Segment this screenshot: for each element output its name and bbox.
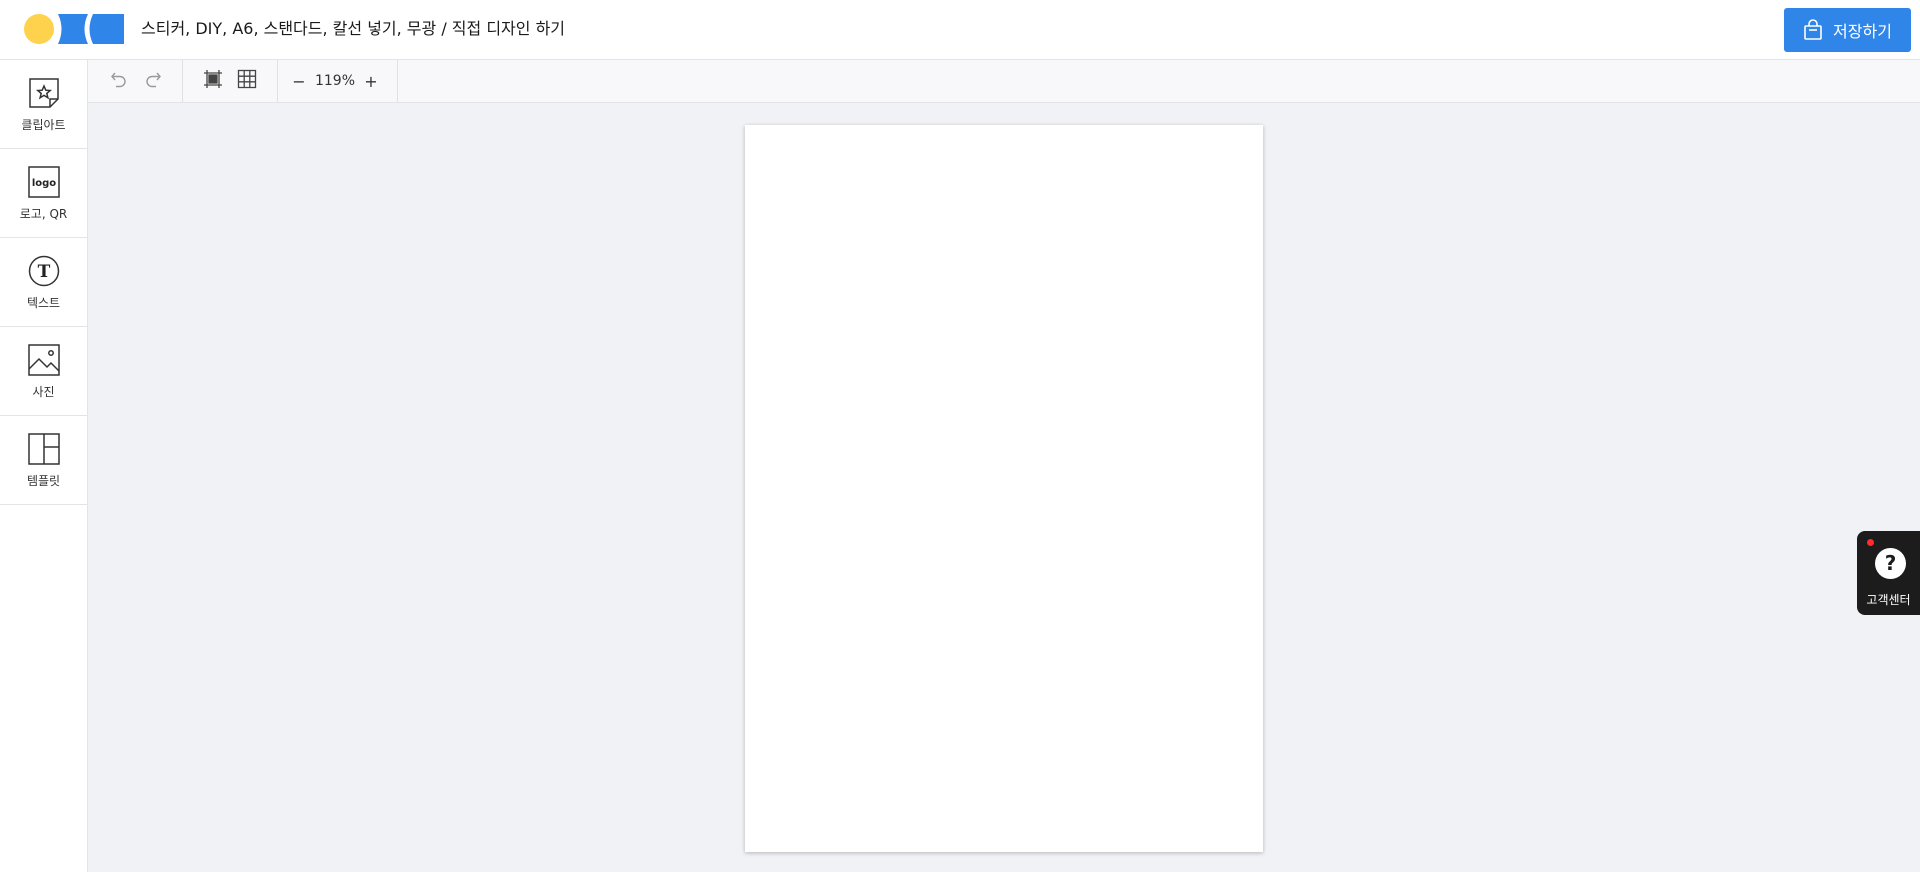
notification-dot [1867,539,1874,546]
history-group [96,60,183,102]
logo-icon: logo [27,165,61,199]
customer-center-label: 고객센터 [1866,593,1911,607]
sidebar: 클립아트 logo 로고, QR T 텍스트 사진 템플릿 [0,60,88,872]
editor-toolbar: − 119% + [88,60,1920,103]
svg-text:T: T [37,262,50,282]
zoom-out-button[interactable]: − [286,64,312,98]
fit-page-icon [203,69,223,93]
save-button[interactable]: 저장하기 [1784,8,1911,52]
clipart-star-icon [27,76,61,110]
sidebar-item-label: 사진 [32,384,55,399]
help-question-icon: ? [1875,548,1906,579]
zoom-in-button[interactable]: + [358,64,384,98]
brand-logo[interactable] [24,14,124,44]
zoom-group: − 119% + [278,60,398,102]
undo-button[interactable] [102,64,136,98]
undo-icon [110,70,128,92]
text-t-icon: T [27,254,61,288]
fit-to-page-button[interactable] [196,64,230,98]
plus-icon: + [364,71,378,91]
svg-text:logo: logo [31,178,55,189]
sidebar-item-label: 로고, QR [19,206,68,221]
sidebar-item-clipart[interactable]: 클립아트 [0,60,87,149]
document-title: 스티커, DIY, A6, 스탠다드, 칼선 넣기, 무광 / 직접 디자인 하… [141,19,566,38]
sidebar-item-label: 클립아트 [21,117,66,132]
design-canvas[interactable] [745,125,1263,852]
redo-icon [144,70,162,92]
grid-icon [237,69,257,93]
header: 스티커, DIY, A6, 스탠다드, 칼선 넣기, 무광 / 직접 디자인 하… [0,0,1920,60]
grid-toggle-button[interactable] [230,64,264,98]
sidebar-item-logo-qr[interactable]: logo 로고, QR [0,149,87,238]
sidebar-item-text[interactable]: T 텍스트 [0,238,87,327]
redo-button[interactable] [136,64,170,98]
template-icon [27,432,61,466]
sidebar-item-template[interactable]: 템플릿 [0,416,87,505]
photo-icon [27,343,61,377]
view-group [183,60,278,102]
sidebar-item-label: 템플릿 [26,473,61,488]
zoom-level: 119% [314,73,356,89]
shopping-bag-icon [1803,19,1823,41]
sidebar-item-label: 텍스트 [26,295,61,310]
sidebar-item-photo[interactable]: 사진 [0,327,87,416]
minus-icon: − [292,71,306,91]
customer-center-button[interactable]: ? 고객센터 [1857,531,1920,615]
save-button-label: 저장하기 [1833,22,1892,41]
